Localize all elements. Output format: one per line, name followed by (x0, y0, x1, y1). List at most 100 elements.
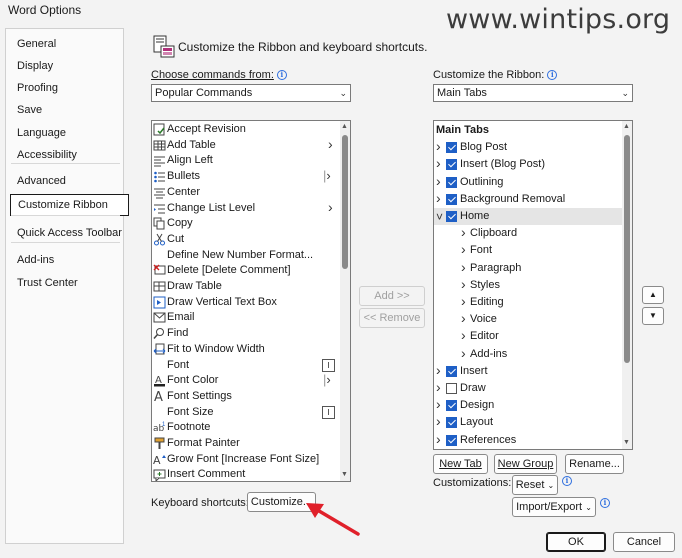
tree-item[interactable]: › Styles (434, 276, 622, 294)
tree-item[interactable]: › Editing (434, 293, 622, 311)
chevron-right-icon[interactable]: › (436, 138, 441, 155)
scroll-up-icon[interactable]: ▲ (623, 123, 630, 130)
choose-commands-dropdown[interactable]: Popular Commands ⌄ (151, 84, 351, 102)
reset-button[interactable]: Reset ⌄ (512, 475, 558, 495)
list-item[interactable]: Draw Table (152, 279, 340, 295)
nav-item-trust-center[interactable]: Trust Center (6, 272, 123, 294)
tree-item[interactable]: › Draw (434, 379, 622, 397)
chevron-right-icon[interactable]: › (461, 345, 466, 362)
list-item[interactable]: Center (152, 185, 340, 201)
scroll-thumb[interactable] (624, 135, 630, 363)
tree-item[interactable]: › Font (434, 241, 622, 259)
list-item[interactable]: Draw Vertical Text Box (152, 295, 340, 311)
tree-item[interactable]: › Background Removal (434, 190, 622, 208)
tree-item[interactable]: ˅ Home (434, 208, 622, 226)
chevron-right-icon[interactable]: › (461, 293, 466, 310)
tree-item[interactable]: › Clipboard (434, 224, 622, 242)
rename-button[interactable]: Rename... (565, 454, 624, 474)
list-item[interactable]: Add Table › (152, 136, 340, 154)
remove-button[interactable]: << Remove (359, 308, 425, 328)
chevron-right-icon[interactable]: › (461, 241, 466, 258)
chevron-right-icon[interactable]: › (436, 190, 441, 207)
list-item[interactable]: Insert Comment (152, 467, 340, 481)
chevron-right-icon[interactable]: › (461, 327, 466, 344)
checkbox[interactable] (446, 365, 457, 377)
checkbox[interactable] (446, 434, 457, 446)
tree-item[interactable]: › References (434, 431, 622, 449)
checkbox[interactable] (446, 193, 457, 205)
chevron-right-icon[interactable]: › (461, 310, 466, 327)
list-item[interactable]: A Font Color |› (152, 372, 340, 389)
list-item[interactable]: Bullets |› (152, 168, 340, 185)
list-item[interactable]: Change List Level › (152, 199, 340, 217)
chevron-right-icon[interactable]: › (436, 155, 441, 172)
checkbox[interactable] (446, 417, 457, 429)
cancel-button[interactable]: Cancel (613, 532, 675, 552)
tree-item[interactable]: › Layout (434, 413, 622, 431)
list-item[interactable]: Align Left (152, 153, 340, 169)
checkbox[interactable] (446, 383, 457, 394)
tree-item[interactable]: › Blog Post (434, 138, 622, 156)
nav-item-advanced[interactable]: Advanced (6, 170, 123, 192)
info-icon[interactable]: i (547, 70, 558, 80)
tree-item[interactable]: › Editor (434, 327, 622, 345)
nav-item-proofing[interactable]: Proofing (6, 77, 123, 99)
chevron-down-icon[interactable]: ˅ (436, 209, 443, 226)
chevron-right-icon[interactable]: › (436, 379, 441, 396)
new-tab-button[interactable]: New Tab (433, 454, 488, 474)
nav-item-general[interactable]: General (6, 33, 123, 55)
move-up-button[interactable]: ▲ (642, 286, 664, 304)
list-item[interactable]: Find (152, 326, 340, 342)
list-item[interactable]: A Grow Font [Increase Font Size] (152, 452, 340, 468)
scroll-thumb[interactable] (342, 135, 348, 269)
list-item[interactable]: Font Size I (152, 405, 340, 421)
nav-item-save[interactable]: Save (6, 99, 123, 121)
tree-item[interactable]: › Mailings (434, 448, 622, 449)
list-item[interactable]: Define New Number Format... (152, 248, 340, 264)
commands-scrollbar[interactable]: ▲ ▼ (340, 121, 350, 481)
ribbon-tree[interactable]: Main Tabs › Blog Post › Insert (Blog Post) › O… (433, 120, 633, 450)
chevron-right-icon[interactable]: › (461, 224, 466, 241)
chevron-right-icon[interactable]: › (461, 276, 466, 293)
nav-item-customize-ribbon[interactable]: Customize Ribbon (10, 194, 129, 216)
tree-item[interactable]: › Voice (434, 310, 622, 328)
list-item[interactable]: Format Painter (152, 436, 340, 452)
ribbon-scrollbar[interactable]: ▲ ▼ (622, 121, 632, 449)
list-item[interactable]: Accept Revision (152, 122, 340, 138)
move-down-button[interactable]: ▼ (642, 307, 664, 325)
checkbox[interactable] (446, 400, 457, 412)
list-item[interactable]: Fit to Window Width (152, 342, 340, 358)
checkbox[interactable] (446, 176, 457, 188)
chevron-right-icon[interactable]: › (436, 413, 441, 430)
new-group-button[interactable]: New Group (494, 454, 557, 474)
add-button[interactable]: Add >> (359, 286, 425, 306)
chevron-right-icon[interactable]: › (436, 448, 441, 449)
checkbox[interactable] (446, 142, 457, 154)
nav-item-quick-access-toolbar[interactable]: Quick Access Toolbar (6, 222, 123, 244)
nav-item-display[interactable]: Display (6, 55, 123, 77)
list-item[interactable]: Copy (152, 216, 340, 232)
scroll-down-icon[interactable]: ▼ (341, 471, 348, 478)
commands-list[interactable]: Accept Revision Add Table › Align Left Bulle… (151, 120, 351, 482)
list-item[interactable]: Email (152, 310, 340, 326)
chevron-right-icon[interactable]: › (436, 362, 441, 379)
list-item[interactable]: Cut (152, 232, 340, 248)
list-item[interactable]: ab 1 Footnote (152, 420, 340, 436)
tree-item[interactable]: › Paragraph (434, 259, 622, 277)
scroll-down-icon[interactable]: ▼ (623, 439, 630, 446)
tree-item[interactable]: › Design (434, 396, 622, 414)
chevron-right-icon[interactable]: › (436, 431, 441, 448)
chevron-right-icon[interactable]: › (461, 259, 466, 276)
info-icon[interactable]: i (276, 70, 287, 80)
list-item[interactable]: A Font Settings (152, 389, 340, 405)
tree-item[interactable]: › Insert (434, 362, 622, 380)
ribbon-tabs-dropdown[interactable]: Main Tabs ⌄ (433, 84, 633, 102)
chevron-right-icon[interactable]: › (436, 396, 441, 413)
chevron-right-icon[interactable]: › (436, 173, 441, 190)
ok-button[interactable]: OK (546, 532, 606, 552)
nav-item-language[interactable]: Language (6, 122, 123, 144)
list-item[interactable]: Font I (152, 358, 340, 374)
nav-item-add-ins[interactable]: Add-ins (6, 249, 123, 271)
scroll-up-icon[interactable]: ▲ (341, 123, 348, 130)
checkbox[interactable] (446, 211, 457, 222)
